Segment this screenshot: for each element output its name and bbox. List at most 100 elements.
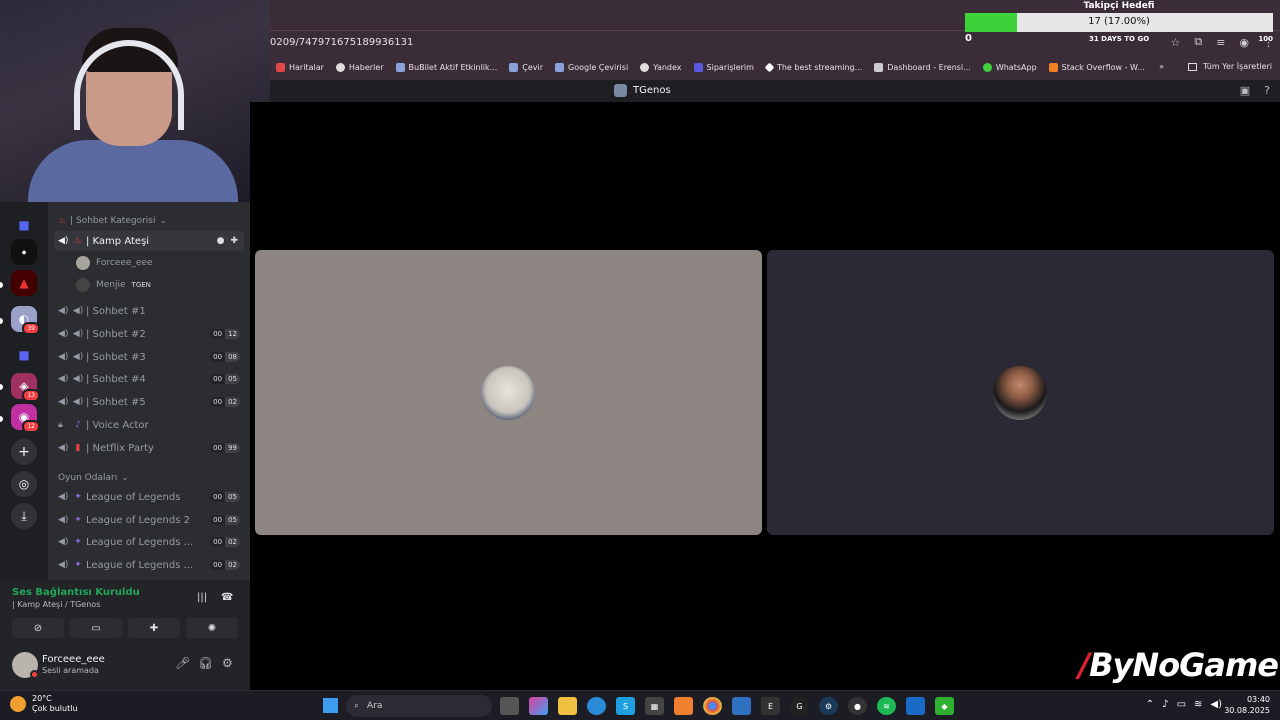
volume-icon[interactable]: ◀) [1210, 699, 1222, 710]
channel-lol-3[interactable]: ◀) ✦ League of Legends ... 00 02 [54, 532, 244, 552]
settings-icon[interactable]: ⚙ [222, 656, 233, 670]
github-icon[interactable]: G [790, 697, 809, 715]
disconnect-icon[interactable]: ☎ [221, 592, 233, 603]
bookmark-item[interactable]: Yandex [640, 62, 682, 72]
channel-netflix-party[interactable]: ◀) ▮ | Netflix Party 00 99 [54, 438, 244, 458]
more-bookmarks-button[interactable]: » [1159, 62, 1164, 71]
voice-user[interactable]: Menjie TGEN [76, 278, 151, 292]
steam-icon[interactable]: ⚙ [819, 697, 838, 715]
channel-sohbet-2[interactable]: ◀) ◀) | Sohbet #2 00 12 [54, 324, 244, 344]
address-bar[interactable]: 0209/747971675189936131 [270, 37, 413, 48]
speaker-icon: ◀) [58, 329, 69, 339]
microphone-icon[interactable]: 🎤︎ [175, 656, 190, 670]
spotify-icon[interactable]: ≋ [877, 697, 896, 715]
channel-sohbet-1[interactable]: ◀) ◀) | Sohbet #1 [54, 301, 244, 321]
bookmark-item[interactable]: Dashboard - Erensi... [874, 62, 971, 72]
bookmark-item[interactable]: Haberler [335, 62, 384, 72]
participant-tile[interactable] [255, 250, 762, 535]
download-icon[interactable]: ⤓ [11, 503, 37, 529]
add-server-icon[interactable]: + [11, 439, 37, 465]
explore-icon[interactable]: ◎ [11, 471, 37, 497]
bookmark-item[interactable]: Haritalar [276, 62, 324, 72]
bookmark-item[interactable]: BuBilet Aktif Etkinlik... [395, 62, 497, 72]
server-icon[interactable]: ◆ [11, 239, 37, 265]
category-oyun[interactable]: Oyun Odaları ⌄ [58, 473, 129, 483]
soundboard-button[interactable]: ✺ [186, 618, 238, 638]
vscode-icon[interactable] [906, 697, 925, 715]
channel-sohbet-3[interactable]: ◀) ◀) | Sohbet #3 00 08 [54, 347, 244, 367]
chat-icon[interactable]: ● [217, 236, 225, 246]
channel-lol-1[interactable]: ◀) ✦ League of Legends 00 05 [54, 487, 244, 507]
taskbar-search[interactable]: ⌕ Ara [346, 695, 492, 717]
user-count: 00 99 [210, 443, 240, 453]
copilot-icon[interactable] [529, 697, 548, 715]
photos-icon[interactable] [732, 697, 751, 715]
fl-studio-icon[interactable] [674, 697, 693, 715]
activity-button[interactable]: ✚ [128, 618, 180, 638]
invite-icon[interactable]: ✚ [230, 236, 238, 246]
headphones-icon[interactable]: 🎧︎ [198, 656, 213, 670]
task-view-icon[interactable] [500, 697, 519, 715]
category-sohbet[interactable]: ♨ | Sohbet Kategorisi ⌄ [58, 216, 167, 226]
windows-start-icon[interactable] [323, 698, 338, 713]
goal-progress-text: 17 (17.00%) [1088, 16, 1150, 27]
server-icon[interactable]: ▲ [11, 270, 37, 296]
speaker-icon: ◀) [58, 443, 69, 453]
fire-icon: ♨ [58, 216, 67, 226]
server-icon[interactable]: ◐ 39 [11, 306, 40, 335]
camera-button[interactable]: ⊘ [12, 618, 64, 638]
channel-sohbet-4[interactable]: ◀) ◀) | Sohbet #4 00 05 [54, 369, 244, 389]
xbox-icon[interactable]: ◆ [935, 697, 954, 715]
goal-progress-bar: 17 (17.00%) [965, 13, 1273, 32]
bookmark-item[interactable]: Google Çevirisi [555, 62, 628, 72]
time: 03:40 [1246, 695, 1270, 704]
screen-share-icon: ▭ [91, 622, 101, 634]
bookmark-item[interactable]: The best streaming... [764, 62, 862, 72]
bookmark-item[interactable]: Çevir [509, 62, 543, 72]
clock[interactable]: 03:40 30.08.2025 [1224, 694, 1270, 716]
network-icon[interactable]: ▭ [1177, 699, 1186, 710]
skype-icon[interactable]: S [616, 697, 635, 715]
server-icon[interactable]: ◈ 13 [11, 373, 40, 402]
help-icon[interactable]: ? [1264, 84, 1270, 97]
microphone-icon[interactable]: ♪ [1162, 699, 1168, 710]
channel-sohbet-5[interactable]: ◀) ◀) | Sohbet #5 00 02 [54, 392, 244, 412]
weather-widget[interactable]: 20°C Çok bulutlu [10, 694, 78, 714]
all-bookmarks-link[interactable]: Tüm Yer İşaretleri [1203, 62, 1272, 71]
game-icon: ✦ [74, 560, 82, 570]
channel-voice-actor[interactable]: 🔒︎ ♪ | Voice Actor [54, 415, 244, 435]
mic-icon: ♪ [75, 420, 81, 430]
participant-tile[interactable] [767, 250, 1274, 535]
inbox-icon[interactable]: ▣ [1240, 84, 1250, 97]
edge-icon[interactable] [587, 697, 606, 715]
avatar [993, 366, 1047, 420]
channel-lol-2[interactable]: ◀) ✦ League of Legends 2 00 05 [54, 510, 244, 530]
channel-kamp-atesi[interactable]: ◀) ♨ | Kamp Ateşi ● ✚ [54, 231, 244, 251]
folder-icon[interactable]: ■ [11, 342, 37, 368]
goal-min: 0 [965, 33, 972, 44]
speaker-icon: ◀) [58, 306, 69, 316]
noise-suppression-icon[interactable]: ||| [197, 592, 207, 603]
bookmark-item[interactable]: Stack Overflow - W... [1048, 62, 1145, 72]
bookmark-item[interactable]: WhatsApp [982, 62, 1037, 72]
user-count: 00 05 [210, 515, 240, 525]
server-icon[interactable]: ◉ 12 [11, 404, 40, 433]
file-explorer-icon[interactable] [558, 697, 577, 715]
voice-user[interactable]: Forceee_eee [76, 256, 153, 270]
screen-share-button[interactable]: ▭ [70, 618, 122, 638]
speaker-icon: ◀) [72, 374, 84, 384]
game-icon: ✦ [74, 492, 82, 502]
screen: 0209/747971675189936131 ☆ ⧉ ≡ ◉ ⋮ Harita… [0, 0, 1280, 720]
speaker-icon: ◀) [58, 397, 69, 407]
store-icon[interactable]: ▦ [645, 697, 664, 715]
epic-games-icon[interactable]: E [761, 697, 780, 715]
wifi-icon[interactable]: ≋ [1194, 699, 1202, 710]
channel-lol-4[interactable]: ◀) ✦ League of Legends ... 00 02 [54, 555, 244, 575]
chevron-up-icon[interactable]: ⌃ [1146, 699, 1154, 710]
chrome-icon[interactable] [703, 697, 722, 715]
bookmark-item[interactable]: Siparişlerim [693, 62, 754, 72]
folder-icon[interactable]: ■ [11, 212, 37, 238]
obs-icon[interactable]: ● [848, 697, 867, 715]
speaker-icon: ◀) [58, 492, 69, 502]
voice-channel-path[interactable]: | Kamp Ateşi / TGenos [12, 600, 100, 609]
